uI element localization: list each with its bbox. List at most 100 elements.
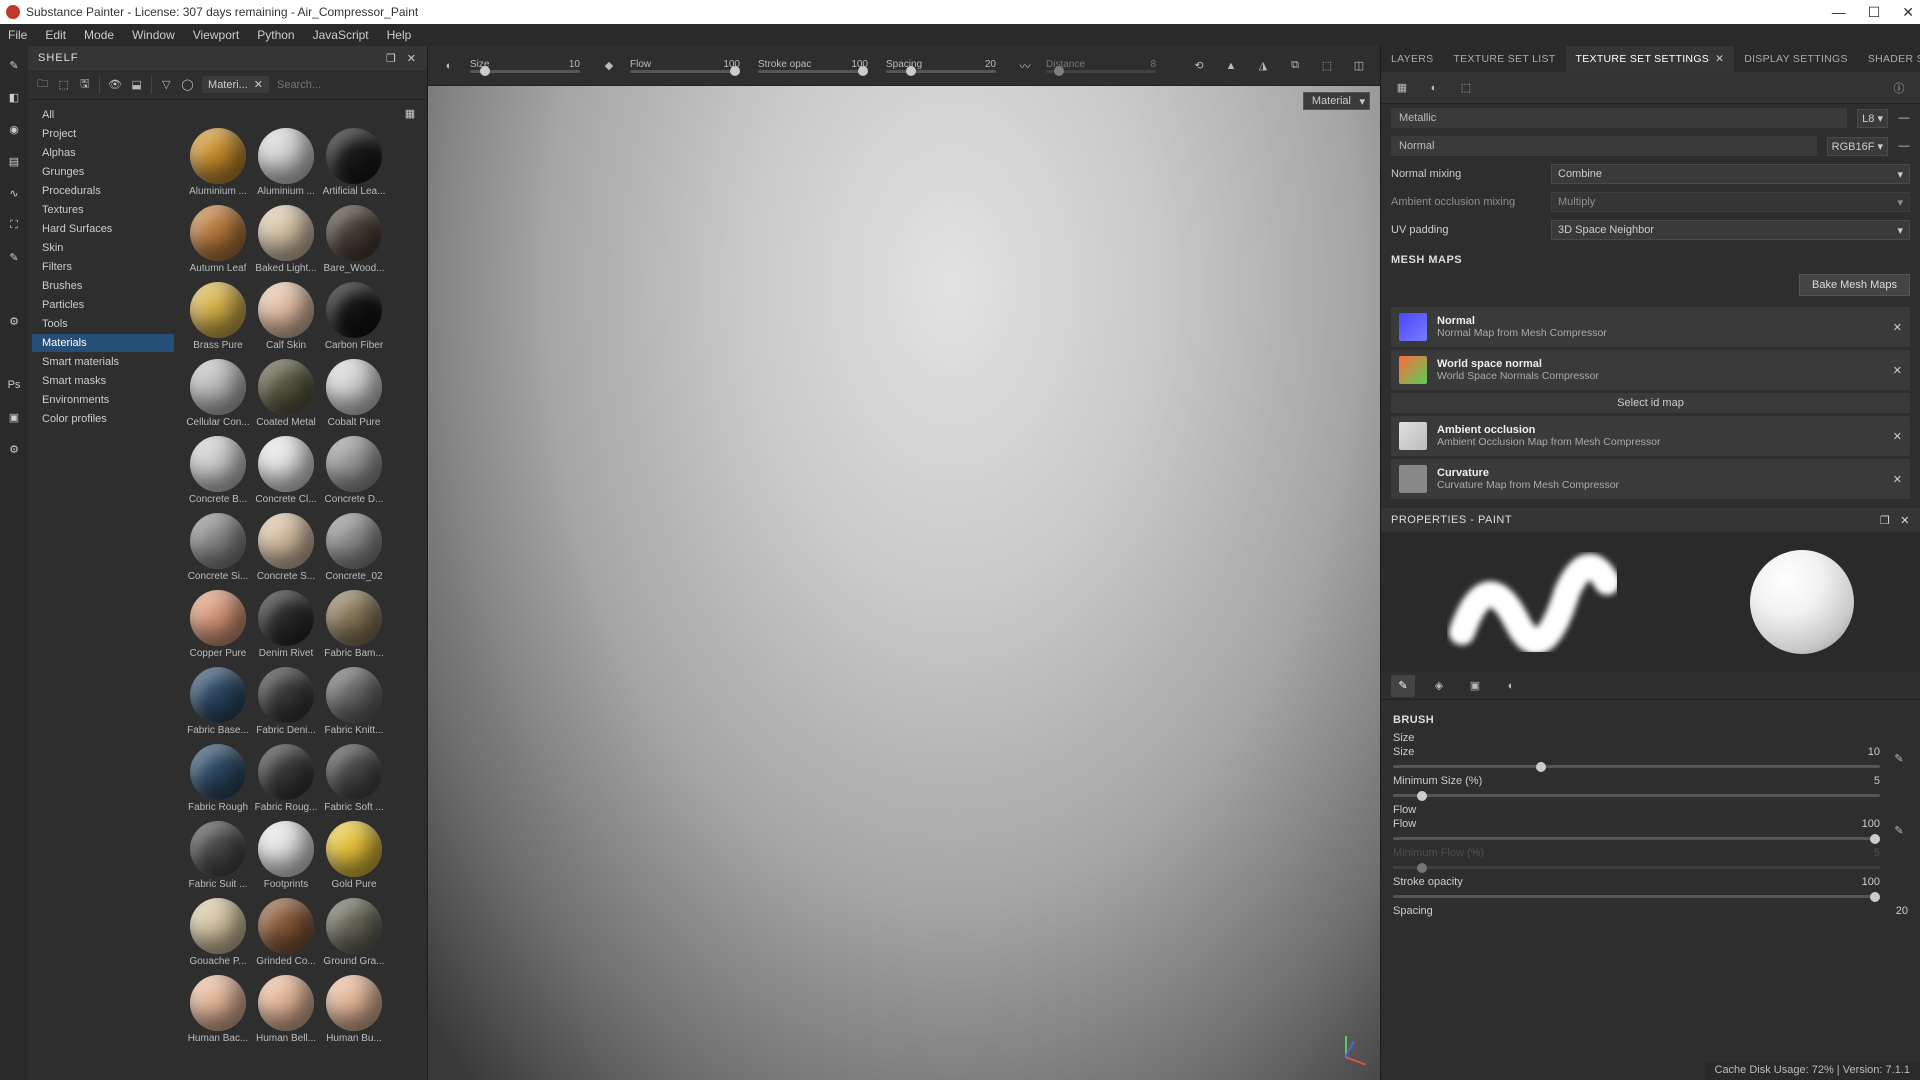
vt-flow-slider[interactable] bbox=[630, 70, 740, 73]
material-item[interactable]: Coated Metal bbox=[254, 359, 318, 428]
shelf-category-brushes[interactable]: Brushes bbox=[32, 277, 174, 295]
alpha-preview-icon[interactable]: ◆ bbox=[598, 55, 620, 77]
shelf-category-tools[interactable]: Tools bbox=[32, 315, 174, 333]
mesh-map-row[interactable]: World space normalWorld Space Normals Co… bbox=[1391, 350, 1910, 390]
shelf-filter-chip[interactable]: Materi... ✕ bbox=[202, 76, 269, 93]
mesh-map-remove-icon[interactable]: ✕ bbox=[1893, 430, 1902, 443]
menu-python[interactable]: Python bbox=[257, 28, 294, 42]
tab-texture-set-settings[interactable]: TEXTURE SET SETTINGS✕ bbox=[1566, 46, 1735, 72]
menu-mode[interactable]: Mode bbox=[84, 28, 114, 42]
shelf-grid-size-icon[interactable]: ▦ bbox=[401, 104, 419, 122]
vt-spacing-slider[interactable] bbox=[886, 70, 996, 73]
material-item[interactable]: Fabric Suit ... bbox=[186, 821, 250, 890]
tss-info-icon[interactable]: ⓘ bbox=[1888, 77, 1910, 99]
material-item[interactable]: Concrete Cl... bbox=[254, 436, 318, 505]
material-item[interactable]: Human Bac... bbox=[186, 975, 250, 1044]
menu-javascript[interactable]: JavaScript bbox=[313, 28, 369, 42]
material-item[interactable]: Concrete_02 bbox=[322, 513, 386, 582]
material-item[interactable]: Calf Skin bbox=[254, 282, 318, 351]
prop-tab-alpha-icon[interactable]: ◈ bbox=[1427, 675, 1451, 697]
shelf-category-grunges[interactable]: Grunges bbox=[32, 163, 174, 181]
ps-export-icon[interactable]: Ps bbox=[5, 376, 23, 394]
material-item[interactable]: Brass Pure bbox=[186, 282, 250, 351]
persp-icon[interactable]: ◫ bbox=[1348, 55, 1370, 77]
material-item[interactable]: Fabric Soft ... bbox=[322, 744, 386, 813]
shelf-view-icon[interactable]: 👁 bbox=[108, 75, 122, 95]
prop-tab-stencil-icon[interactable]: ▣ bbox=[1463, 675, 1487, 697]
mesh-map-row[interactable]: NormalNormal Map from Mesh Compressor✕ bbox=[1391, 307, 1910, 347]
shelf-home-icon[interactable]: 🗀 bbox=[36, 75, 49, 95]
shelf-import-icon[interactable]: ⬚ bbox=[57, 75, 70, 95]
material-picker-icon[interactable]: ✎ bbox=[5, 248, 23, 266]
tab-display-settings[interactable]: DISPLAY SETTINGS bbox=[1734, 46, 1858, 72]
render-settings-icon[interactable]: ⚙ bbox=[5, 440, 23, 458]
clone-tool-icon[interactable]: ⛶ bbox=[5, 216, 23, 234]
shelf-category-textures[interactable]: Textures bbox=[32, 201, 174, 219]
material-item[interactable]: Artificial Lea... bbox=[322, 128, 386, 197]
material-item[interactable]: Fabric Rough bbox=[186, 744, 250, 813]
projection-tool-icon[interactable]: ◉ bbox=[5, 120, 23, 138]
material-item[interactable]: Aluminium ... bbox=[254, 128, 318, 197]
shelf-category-hard-surfaces[interactable]: Hard Surfaces bbox=[32, 220, 174, 238]
eraser-tool-icon[interactable]: ◧ bbox=[5, 88, 23, 106]
lazy-mouse-icon[interactable]: 〰 bbox=[1014, 55, 1036, 77]
shelf-save-icon[interactable]: 🖫 bbox=[78, 75, 91, 95]
material-item[interactable]: Gold Pure bbox=[322, 821, 386, 890]
channel-name[interactable]: Metallic bbox=[1391, 108, 1847, 128]
material-item[interactable]: Fabric Bam... bbox=[322, 590, 386, 659]
material-item[interactable]: Bare_Wood... bbox=[322, 205, 386, 274]
pen-pressure-flow-icon[interactable]: ✎ bbox=[1890, 824, 1908, 837]
properties-undock-icon[interactable]: ❐ bbox=[1880, 514, 1890, 527]
menu-edit[interactable]: Edit bbox=[45, 28, 66, 42]
camera-icon[interactable]: ⬚ bbox=[1316, 55, 1338, 77]
menu-viewport[interactable]: Viewport bbox=[193, 28, 239, 42]
material-item[interactable]: Cellular Con... bbox=[186, 359, 250, 428]
sym-x-icon[interactable]: ⟲ bbox=[1188, 55, 1210, 77]
shelf-search-input[interactable] bbox=[277, 79, 419, 91]
mesh-map-remove-icon[interactable]: ✕ bbox=[1893, 364, 1902, 377]
sym-z-icon[interactable]: ◮ bbox=[1252, 55, 1274, 77]
channel-format-dropdown[interactable]: L8 ▾ bbox=[1857, 109, 1888, 128]
sym-y-icon[interactable]: ▲ bbox=[1220, 55, 1242, 77]
brush-flow-slider[interactable] bbox=[1393, 837, 1880, 840]
shelf-category-particles[interactable]: Particles bbox=[32, 296, 174, 314]
brush-minsize-slider[interactable] bbox=[1393, 794, 1880, 797]
material-item[interactable]: Ground Gra... bbox=[322, 898, 386, 967]
fill-tool-icon[interactable]: ▤ bbox=[5, 152, 23, 170]
normal-mixing-dropdown[interactable]: Combine ▾ bbox=[1551, 164, 1910, 184]
smudge-tool-icon[interactable]: ∿ bbox=[5, 184, 23, 202]
shelf-category-environments[interactable]: Environments bbox=[32, 391, 174, 409]
shelf-category-alphas[interactable]: Alphas bbox=[32, 144, 174, 162]
settings-gear-icon[interactable]: ⚙ bbox=[5, 312, 23, 330]
mesh-map-remove-icon[interactable]: ✕ bbox=[1893, 473, 1902, 486]
vt-opac-slider[interactable] bbox=[758, 70, 868, 73]
material-item[interactable]: Concrete D... bbox=[322, 436, 386, 505]
mesh-map-row[interactable]: CurvatureCurvature Map from Mesh Compres… bbox=[1391, 459, 1910, 499]
menu-help[interactable]: Help bbox=[387, 28, 412, 42]
minimize-button[interactable]: — bbox=[1832, 4, 1846, 21]
uv-padding-dropdown[interactable]: 3D Space Neighbor ▾ bbox=[1551, 220, 1910, 240]
material-item[interactable]: Human Bell... bbox=[254, 975, 318, 1044]
maximize-button[interactable]: ☐ bbox=[1868, 4, 1881, 21]
shelf-category-skin[interactable]: Skin bbox=[32, 239, 174, 257]
material-item[interactable]: Concrete S... bbox=[254, 513, 318, 582]
shelf-filter-icon[interactable]: ▽ bbox=[160, 75, 173, 95]
select-id-map-button[interactable]: Select id map bbox=[1391, 393, 1910, 413]
sym-settings-icon[interactable]: ⧉ bbox=[1284, 55, 1306, 77]
shelf-category-smart-masks[interactable]: Smart masks bbox=[32, 372, 174, 390]
material-item[interactable]: Grinded Co... bbox=[254, 898, 318, 967]
viewport-mode-dropdown[interactable]: Material bbox=[1303, 92, 1370, 110]
material-item[interactable]: Fabric Base... bbox=[186, 667, 250, 736]
shelf-close-icon[interactable]: ✕ bbox=[407, 52, 417, 65]
viewport-canvas[interactable]: Material bbox=[428, 86, 1380, 1080]
channel-remove-icon[interactable]: — bbox=[1898, 140, 1910, 152]
vt-distance-slider[interactable] bbox=[1046, 70, 1156, 73]
paint-tool-icon[interactable]: ✎ bbox=[5, 56, 23, 74]
mesh-map-row[interactable]: Ambient occlusionAmbient Occlusion Map f… bbox=[1391, 416, 1910, 456]
tab-texture-set-list[interactable]: TEXTURE SET LIST bbox=[1443, 46, 1565, 72]
channel-format-dropdown[interactable]: RGB16F ▾ bbox=[1827, 137, 1888, 156]
shelf-filter2-icon[interactable]: ◯ bbox=[181, 75, 194, 95]
mesh-map-remove-icon[interactable]: ✕ bbox=[1893, 321, 1902, 334]
material-item[interactable]: Fabric Knitt... bbox=[322, 667, 386, 736]
prop-tab-brush-icon[interactable]: ✎ bbox=[1391, 675, 1415, 697]
